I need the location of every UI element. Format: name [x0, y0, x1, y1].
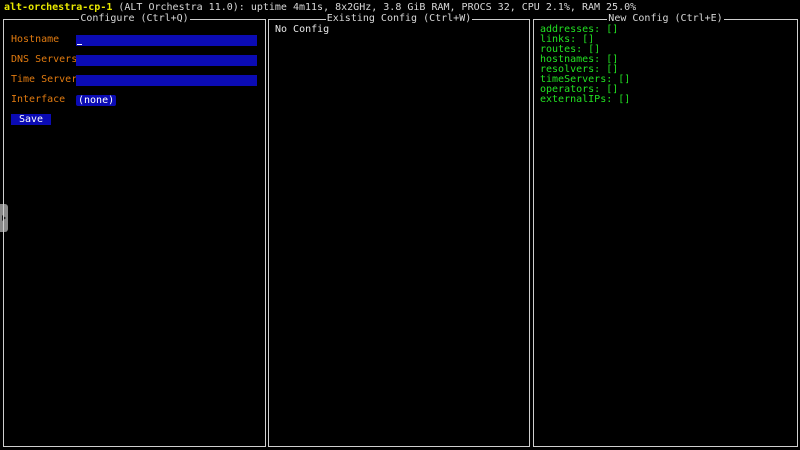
text-cursor [77, 43, 82, 45]
hostname-input-wrap [76, 34, 257, 46]
dns-servers-row: DNS Servers [11, 54, 257, 66]
hostname-row: Hostname [11, 34, 257, 46]
interface-row: Interface (none) [11, 94, 117, 106]
time-servers-label: Time Servers [11, 74, 84, 85]
interface-label: Interface [11, 94, 66, 105]
dns-servers-input[interactable] [76, 54, 257, 66]
host-name: alt-orchestra-cp-1 [4, 2, 113, 13]
new-config-panel-title: New Config (Ctrl+E) [534, 13, 797, 24]
interface-select[interactable]: (none) [76, 94, 117, 106]
time-servers-row: Time Servers [11, 74, 257, 86]
save-button[interactable]: Save [11, 114, 51, 125]
existing-config-text: No Config [275, 24, 330, 35]
hostname-label: Hostname [11, 34, 60, 45]
new-config-panel: New Config (Ctrl+E) addresses: [] links:… [533, 13, 798, 447]
status-bar: alt-orchestra-cp-1 (ALT Orchestra 11.0):… [0, 1, 636, 15]
dns-servers-label: DNS Servers [11, 54, 78, 65]
config-item-external-ips: externalIPs: [] [540, 94, 631, 105]
existing-config-panel-title: Existing Config (Ctrl+W) [269, 13, 529, 24]
time-servers-input[interactable] [76, 74, 257, 86]
system-info: (ALT Orchestra 11.0): uptime 4m11s, 8x2G… [118, 2, 637, 13]
hostname-input[interactable] [76, 34, 257, 46]
configure-panel: Configure (Ctrl+Q) Hostname DNS Servers … [3, 13, 266, 447]
existing-config-panel: Existing Config (Ctrl+W) No Config [268, 13, 530, 447]
configure-panel-title: Configure (Ctrl+Q) [4, 13, 265, 24]
new-config-list: addresses: [] links: [] routes: [] hostn… [540, 25, 630, 105]
